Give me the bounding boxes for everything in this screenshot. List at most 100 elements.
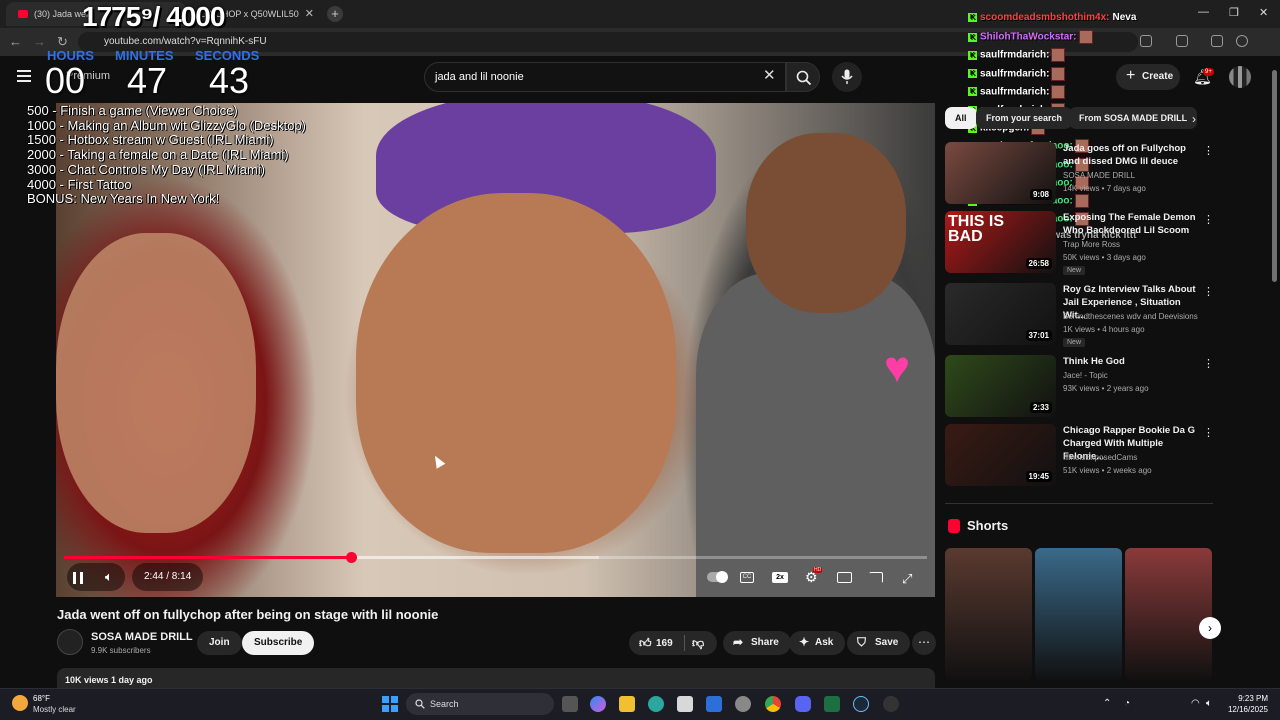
chrome-icon[interactable] (765, 696, 781, 712)
back-icon[interactable]: ← (9, 34, 22, 49)
chat-text: Neva (1112, 12, 1137, 23)
menu-icon[interactable] (17, 70, 31, 82)
minimize-icon[interactable]: — (1198, 6, 1209, 18)
video-thumbnail[interactable]: 37:01 (945, 283, 1056, 345)
like-icon[interactable]: 👍︎ (639, 636, 652, 651)
recommended-title[interactable]: Exposing The Female Demon Who Backdoored… (1063, 211, 1203, 237)
more-actions-icon[interactable]: ⋯ (912, 631, 936, 655)
chip-from-channel[interactable]: From SOSA MADE DRILL (1069, 107, 1198, 129)
fullscreen-icon[interactable]: ⤢ (902, 571, 912, 587)
app-icon[interactable] (883, 696, 899, 712)
wifi-icon[interactable]: ◠ (1191, 698, 1200, 709)
taskbar-search[interactable]: Search (406, 693, 554, 715)
video-thumbnail[interactable]: THIS IS BAD 26:58 (945, 211, 1056, 273)
edge-icon[interactable] (648, 696, 664, 712)
task-view-icon[interactable] (562, 696, 578, 712)
captions-button[interactable]: CC (740, 572, 754, 583)
downloads-icon[interactable] (1211, 35, 1223, 47)
more-options-icon[interactable]: ⋮ (1203, 285, 1214, 298)
recommended-channel[interactable]: Trap More Ross (1063, 240, 1120, 249)
account-avatar[interactable] (1229, 66, 1251, 88)
video-thumbnail[interactable]: 9:08 (945, 142, 1056, 204)
video-thumbnail[interactable]: 19:45 (945, 424, 1056, 486)
voice-search-button[interactable] (832, 62, 862, 92)
save-button[interactable]: ⛉ Save (847, 631, 911, 655)
recommended-video[interactable]: THIS IS BAD 26:58 Exposing The Female Demo… (945, 211, 1215, 275)
video-duration: 26:58 (1025, 258, 1052, 269)
youtube-favicon-icon (18, 10, 28, 18)
file-explorer-icon[interactable] (619, 696, 635, 712)
weather-icon[interactable] (12, 695, 28, 711)
recommended-meta: 50K views • 3 days ago (1063, 253, 1146, 262)
chip-from-search[interactable]: From your search (976, 107, 1073, 129)
cast-icon[interactable] (869, 572, 883, 583)
maximize-icon[interactable]: ❐ (1229, 6, 1239, 19)
bookmark-icon: ⛉ (857, 635, 867, 649)
more-options-icon[interactable]: ⋮ (1203, 144, 1214, 157)
more-options-icon[interactable]: ⋮ (1203, 357, 1214, 370)
windows-start-icon[interactable] (382, 696, 398, 712)
steam-icon[interactable] (853, 696, 869, 712)
more-options-icon[interactable]: ⋮ (1203, 426, 1214, 439)
ask-button[interactable]: ✦ Ask (789, 631, 846, 655)
channel-name[interactable]: SOSA MADE DRILL (91, 631, 193, 643)
mail-icon[interactable] (706, 696, 722, 712)
recommended-channel[interactable]: Behindthescenes wdv and Deevisions (1063, 312, 1198, 321)
extensions-icon[interactable] (1140, 35, 1152, 47)
system-clock[interactable]: 9:23 PM 12/16/2025 (1222, 693, 1268, 715)
search-button[interactable] (786, 62, 820, 92)
join-button[interactable]: Join (197, 631, 242, 655)
recommended-video[interactable]: 9:08 Jada goes off on Fullychop and disse… (945, 142, 1215, 206)
share-button[interactable]: ➦ Share (723, 631, 791, 655)
sidepanel-icon[interactable] (1176, 35, 1188, 47)
volume-icon[interactable]: 🔈︎ (105, 569, 113, 585)
video-duration: 2:33 (1029, 402, 1052, 413)
kick-badge-icon: K (968, 69, 977, 79)
copilot-icon[interactable] (590, 696, 606, 712)
autoplay-toggle[interactable] (707, 571, 728, 583)
discord-icon[interactable] (795, 696, 811, 712)
speaker-icon[interactable]: 🔈︎ (1206, 698, 1212, 709)
settings-app-icon[interactable] (735, 696, 751, 712)
recommended-channel[interactable]: SOSA MADE DRILL (1063, 171, 1135, 180)
excel-icon[interactable] (824, 696, 840, 712)
close-window-icon[interactable]: ✕ (1259, 6, 1268, 19)
pause-icon[interactable] (73, 572, 83, 584)
search-input[interactable]: jada and lil noonie (424, 62, 786, 92)
kick-badge-icon: K (968, 12, 977, 22)
video-thumbnail[interactable]: 2:33 (945, 355, 1056, 417)
chip-all[interactable]: All (945, 107, 977, 129)
recommended-video[interactable]: 37:01 Roy Gz Interview Talks About Jail E… (945, 283, 1215, 347)
profile-icon[interactable] (1236, 35, 1248, 47)
clear-search-icon[interactable]: ✕ (763, 66, 776, 84)
minutes-value: 47 (127, 60, 168, 101)
recommended-channel[interactable]: IllinoisExposedCams (1063, 453, 1137, 462)
chevron-right-icon[interactable]: › (1192, 112, 1196, 126)
short-thumbnail[interactable] (1035, 548, 1122, 680)
recommended-title[interactable]: Think He God (1063, 355, 1203, 368)
theater-mode-icon[interactable] (837, 572, 852, 583)
tray-chevron-icon[interactable]: ⌃ (1103, 698, 1111, 709)
create-button[interactable]: Create (1116, 64, 1180, 90)
short-thumbnail[interactable] (1125, 548, 1212, 680)
more-options-icon[interactable]: ⋮ (1203, 213, 1214, 226)
dislike-icon[interactable]: 👎︎ (692, 636, 704, 651)
network-icon[interactable]: ◔ (1124, 698, 1130, 709)
short-thumbnail[interactable] (945, 548, 1032, 680)
close-tab-icon[interactable]: ✕ (305, 7, 314, 20)
new-tab-button[interactable]: + (327, 6, 343, 22)
recommended-title[interactable]: Jada goes off on Fullychop and dissed DM… (1063, 142, 1203, 168)
scrollbar-thumb[interactable] (1272, 70, 1277, 282)
progress-bar[interactable] (64, 552, 927, 563)
store-icon[interactable] (677, 696, 693, 712)
shorts-next-button[interactable]: › (1199, 617, 1221, 639)
recommended-video[interactable]: 19:45 Chicago Rapper Bookie Da G Charged … (945, 424, 1215, 488)
recommended-video[interactable]: 2:33 Think He God Jace! - Topic 93K views •… (945, 355, 1215, 419)
channel-avatar[interactable] (57, 629, 83, 655)
progress-scrubber[interactable] (346, 552, 358, 563)
chat-username: scoomdeadsmbshothim4x: (980, 12, 1110, 23)
recommended-channel[interactable]: Jace! - Topic (1063, 371, 1108, 380)
playback-speed-button[interactable]: 2x (772, 572, 788, 583)
kick-badge-icon: K (968, 32, 977, 42)
subscribe-button[interactable]: Subscribe (242, 631, 315, 655)
